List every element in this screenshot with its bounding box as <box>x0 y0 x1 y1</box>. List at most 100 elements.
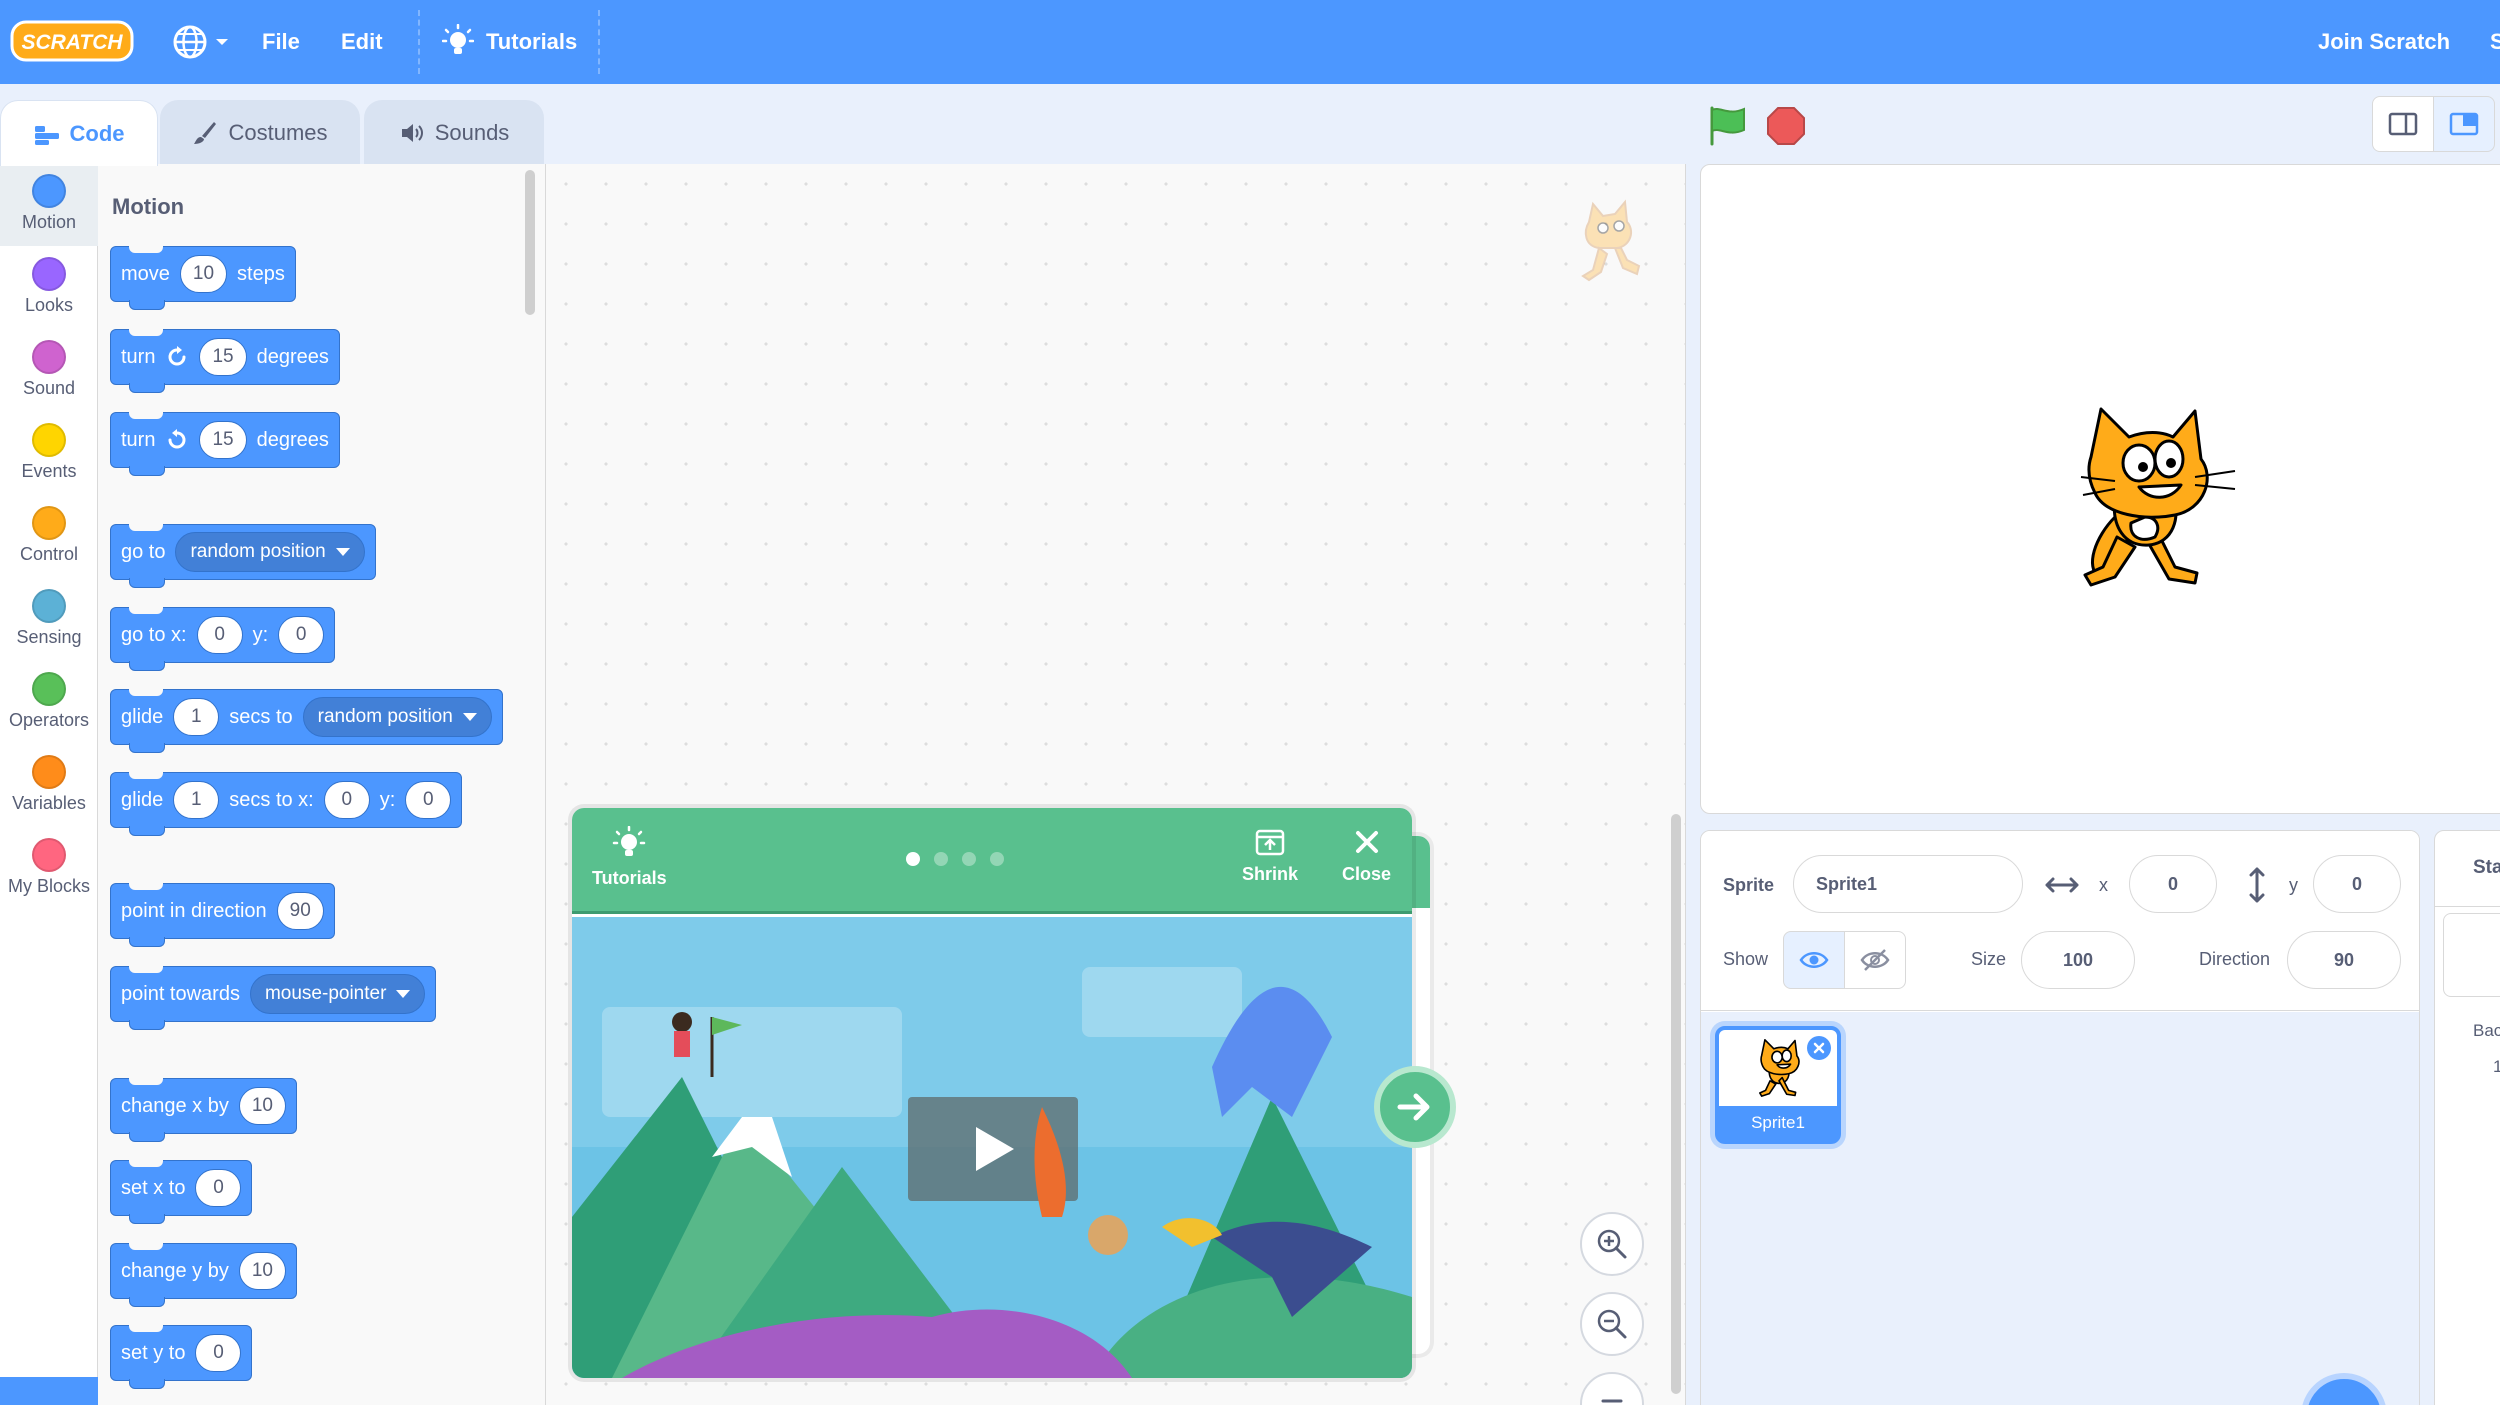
block-number-input[interactable]: 0 <box>278 616 325 654</box>
hide-sprite-button[interactable] <box>1844 931 1906 989</box>
category-motion[interactable]: Motion <box>0 164 98 246</box>
block-number-input[interactable]: 1 <box>173 698 220 736</box>
pager-dot[interactable] <box>934 852 948 866</box>
pager-dot[interactable] <box>906 852 920 866</box>
workspace-scrollbar[interactable] <box>1671 814 1681 1394</box>
lightbulb-icon <box>442 24 474 54</box>
stage-target-pane[interactable]: Sta Backd 1 <box>2434 830 2500 1405</box>
block-change-y[interactable]: change y by 10 <box>110 1243 297 1307</box>
block-change-x[interactable]: change x by 10 <box>110 1078 297 1142</box>
block-number-input[interactable]: 90 <box>276 892 324 930</box>
sprite-list: Sprite1 <box>1701 1012 2419 1405</box>
block-set-x[interactable]: set x to 0 <box>110 1160 253 1224</box>
block-palette: Motion move 10 steps turn 15 degrees tur… <box>98 164 546 1405</box>
dropdown-value: random position <box>190 541 326 562</box>
block-number-input[interactable]: 15 <box>199 421 247 459</box>
tutorials-label: Tutorials <box>592 868 667 888</box>
zoom-in-button[interactable] <box>1580 1212 1644 1276</box>
block-glide-xy[interactable]: glide 1 secs to x: 0 y: 0 <box>110 772 463 836</box>
dropdown-value: random position <box>317 706 453 727</box>
edit-menu[interactable]: Edit <box>341 0 383 84</box>
category-events[interactable]: Events <box>0 413 98 495</box>
category-sound[interactable]: Sound <box>0 330 98 412</box>
category-sensing[interactable]: Sensing <box>0 579 98 661</box>
block-dropdown[interactable]: mouse-pointer <box>249 974 426 1014</box>
small-stage-icon <box>2388 112 2418 136</box>
block-turn-left[interactable]: turn 15 degrees <box>110 412 340 476</box>
block-move-steps[interactable]: move 10 steps <box>110 246 296 310</box>
tab-costumes[interactable]: Costumes <box>160 100 360 164</box>
direction-field[interactable]: 90 <box>2287 931 2401 989</box>
small-stage-button[interactable] <box>2372 96 2434 152</box>
tutorials-menu[interactable]: Tutorials <box>442 0 577 84</box>
block-number-input[interactable]: 1 <box>173 781 220 819</box>
block-text: point in direction <box>121 899 267 922</box>
sprite-tile[interactable]: Sprite1 <box>1715 1026 1841 1144</box>
size-field[interactable]: 100 <box>2021 931 2135 989</box>
block-point-in-direction[interactable]: point in direction 90 <box>110 883 335 947</box>
block-number-input[interactable]: 0 <box>195 1169 242 1207</box>
cat-sprite[interactable] <box>2045 397 2245 597</box>
stage-canvas[interactable] <box>1700 164 2500 814</box>
block-number-input[interactable]: 10 <box>179 255 228 293</box>
category-operators[interactable]: Operators <box>0 662 98 744</box>
pager-dot[interactable] <box>990 852 1004 866</box>
large-stage-button[interactable] <box>2433 96 2495 152</box>
menu-divider <box>598 10 600 74</box>
paintbrush-icon <box>194 121 217 144</box>
stop-sign-icon[interactable] <box>1766 106 1806 146</box>
tutorial-video-thumbnail[interactable] <box>572 917 1412 1378</box>
scratch-logo[interactable]: SCRATCH <box>10 18 134 64</box>
block-text: change y by <box>121 1259 229 1282</box>
category-my-blocks[interactable]: My Blocks <box>0 828 98 910</box>
block-number-input[interactable]: 10 <box>238 1252 286 1290</box>
block-number-input[interactable]: 15 <box>199 338 247 376</box>
eye-icon <box>1799 952 1829 968</box>
block-number-input[interactable]: 0 <box>323 781 370 819</box>
zoom-reset-button[interactable] <box>1580 1372 1644 1405</box>
block-set-y[interactable]: set y to 0 <box>110 1325 253 1389</box>
tutorial-card-header[interactable]: Tutorials Shrink Close <box>572 808 1412 914</box>
block-glide-to[interactable]: glide 1 secs to random position <box>110 689 503 753</box>
green-flag-icon[interactable] <box>1706 104 1750 148</box>
block-number-input[interactable]: 10 <box>238 1087 286 1125</box>
sprite-pane: Sprite Sprite1 x 0 y 0 Show Size 100 Dir… <box>1700 830 2420 1405</box>
zoom-out-button[interactable] <box>1580 1292 1644 1356</box>
sprite-tile-name: Sprite1 <box>1719 1106 1837 1140</box>
block-go-to-xy[interactable]: go to x: 0 y: 0 <box>110 607 336 671</box>
block-number-input[interactable]: 0 <box>196 616 243 654</box>
block-point-towards[interactable]: point towards mouse-pointer <box>110 966 437 1030</box>
join-scratch-link[interactable]: Join Scratch <box>2318 0 2450 84</box>
category-variables[interactable]: Variables <box>0 745 98 827</box>
category-looks[interactable]: Looks <box>0 247 98 329</box>
block-turn-right[interactable]: turn 15 degrees <box>110 329 340 393</box>
block-number-input[interactable]: 0 <box>195 1334 242 1372</box>
sprite-name-field[interactable]: Sprite1 <box>1793 855 2023 913</box>
block-text: change x by <box>121 1094 229 1117</box>
file-menu[interactable]: File <box>262 0 300 84</box>
tutorial-next-button[interactable] <box>1374 1066 1456 1148</box>
tab-code[interactable]: Code <box>0 100 158 166</box>
block-text: secs to x: <box>229 788 314 811</box>
block-go-to[interactable]: go to random position <box>110 524 376 588</box>
sign-in-link[interactable]: Si <box>2490 0 2500 84</box>
show-sprite-button[interactable] <box>1783 931 1845 989</box>
close-tutorial-button[interactable]: Close <box>1342 826 1391 885</box>
tab-sounds[interactable]: Sounds <box>364 100 544 164</box>
category-control[interactable]: Control <box>0 496 98 578</box>
x-label: x <box>2099 875 2108 895</box>
language-menu[interactable] <box>172 0 230 84</box>
block-dropdown[interactable]: random position <box>175 532 365 572</box>
tutorials-library-button[interactable]: Tutorials <box>592 826 667 889</box>
shrink-button[interactable]: Shrink <box>1242 826 1298 885</box>
tutorial-card[interactable]: Tutorials Shrink Close <box>572 808 1412 1378</box>
delete-sprite-button[interactable] <box>1807 1036 1831 1060</box>
block-number-input[interactable]: 0 <box>405 781 452 819</box>
rotate-left-icon <box>168 429 186 449</box>
add-extension-button[interactable] <box>0 1377 98 1405</box>
block-dropdown[interactable]: random position <box>302 697 492 737</box>
y-position-field[interactable]: 0 <box>2313 855 2401 913</box>
palette-scrollbar[interactable] <box>525 170 535 315</box>
pager-dot[interactable] <box>962 852 976 866</box>
x-position-field[interactable]: 0 <box>2129 855 2217 913</box>
